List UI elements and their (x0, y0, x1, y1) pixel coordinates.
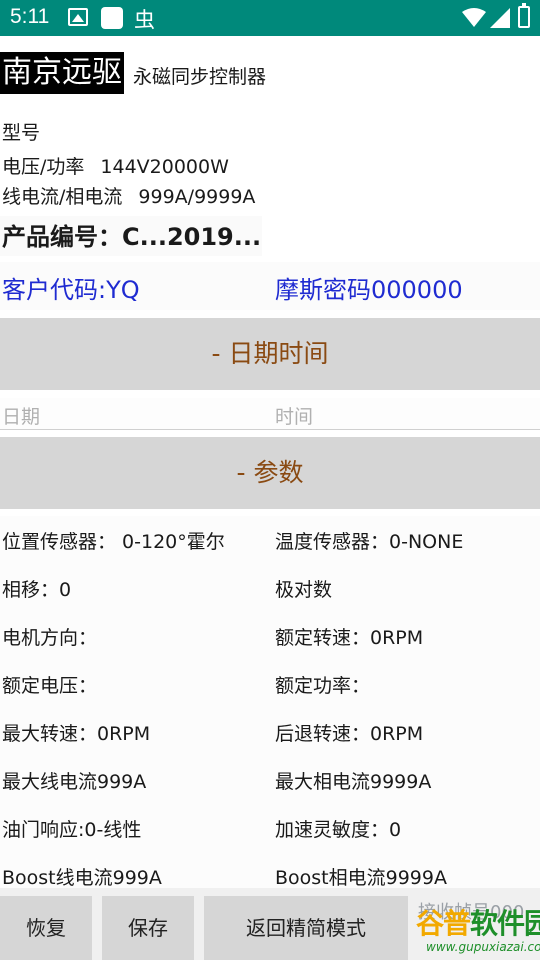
voltage-power-value: 144V20000W (100, 156, 229, 178)
param-max-speed[interactable]: 最大转速：0RPM (2, 719, 150, 746)
time-field[interactable]: 时间 (275, 402, 313, 429)
save-button[interactable]: 保存 (102, 896, 194, 960)
simple-mode-button[interactable]: 返回精简模式 (204, 896, 408, 960)
datetime-section-header[interactable]: - 日期时间 (0, 318, 540, 390)
model-label: 型号 (2, 122, 41, 144)
param-reverse-speed[interactable]: 后退转速：0RPM (275, 719, 423, 746)
voltage-power-label: 电压/功率 (2, 156, 85, 178)
cell-signal-icon (490, 8, 510, 28)
restore-button[interactable]: 恢复 (0, 896, 92, 960)
current-line: 线电流/相电流 999A/9999A (2, 182, 255, 209)
watermark-brand-b: 软件园 (470, 907, 540, 940)
codes-row: 客户代码:YQ 摩斯密码000000 (0, 262, 540, 310)
param-position-sensor[interactable]: 位置传感器： 0-120°霍尔 (2, 527, 225, 554)
param-rated-speed[interactable]: 额定转速：0RPM (275, 623, 423, 650)
param-motor-direction[interactable]: 电机方向： (2, 623, 97, 650)
current-label: 线电流/相电流 (2, 186, 123, 208)
product-number: 产品编号：C...2019... (0, 216, 262, 256)
param-accel-sensitivity[interactable]: 加速灵敏度：0 (275, 815, 401, 842)
watermark-logo: 谷普软件园 www.gupuxiazai.com (410, 902, 540, 960)
morse-code: 摩斯密码000000 (275, 276, 463, 304)
voltage-power-line: 电压/功率 144V20000W (2, 152, 229, 179)
brand-name: 南京远驱 (0, 52, 124, 94)
param-rated-power[interactable]: 额定功率： (275, 671, 370, 698)
param-throttle-response[interactable]: 油门响应:0-线性 (2, 815, 141, 842)
date-field[interactable]: 日期 (2, 402, 40, 429)
wifi-icon (462, 8, 486, 27)
watermark-url: www.gupuxiazai.com (426, 940, 540, 954)
param-phase-shift[interactable]: 相移：0 (2, 575, 71, 602)
params-section-header[interactable]: - 参数 (0, 437, 540, 509)
status-time: 5:11 (10, 5, 50, 28)
param-max-phase-current[interactable]: 最大相电流9999A (275, 767, 431, 794)
image-notification-icon (68, 8, 88, 26)
controller-subtitle: 永磁同步控制器 (133, 66, 267, 88)
param-max-line-current[interactable]: 最大线电流999A (2, 767, 146, 794)
param-boost-line-current[interactable]: Boost线电流999A (2, 863, 162, 890)
watermark-brand-a: 谷普 (416, 907, 471, 940)
model-line: 型号 (2, 118, 40, 145)
datetime-row: 日期 时间 (0, 398, 540, 430)
battery-icon (518, 3, 530, 28)
param-boost-phase-current[interactable]: Boost相电流9999A (275, 863, 447, 890)
param-pole-pairs[interactable]: 极对数 (275, 575, 332, 602)
current-value: 999A/9999A (138, 186, 256, 208)
app-notification-icon (101, 7, 123, 29)
status-bar: 5:11 虫 (0, 0, 540, 36)
param-temperature-sensor[interactable]: 温度传感器：0-NONE (275, 527, 463, 554)
customer-code: 客户代码:YQ (2, 276, 140, 304)
param-rated-voltage[interactable]: 额定电压： (2, 671, 97, 698)
debug-bug-icon: 虫 (134, 8, 155, 32)
